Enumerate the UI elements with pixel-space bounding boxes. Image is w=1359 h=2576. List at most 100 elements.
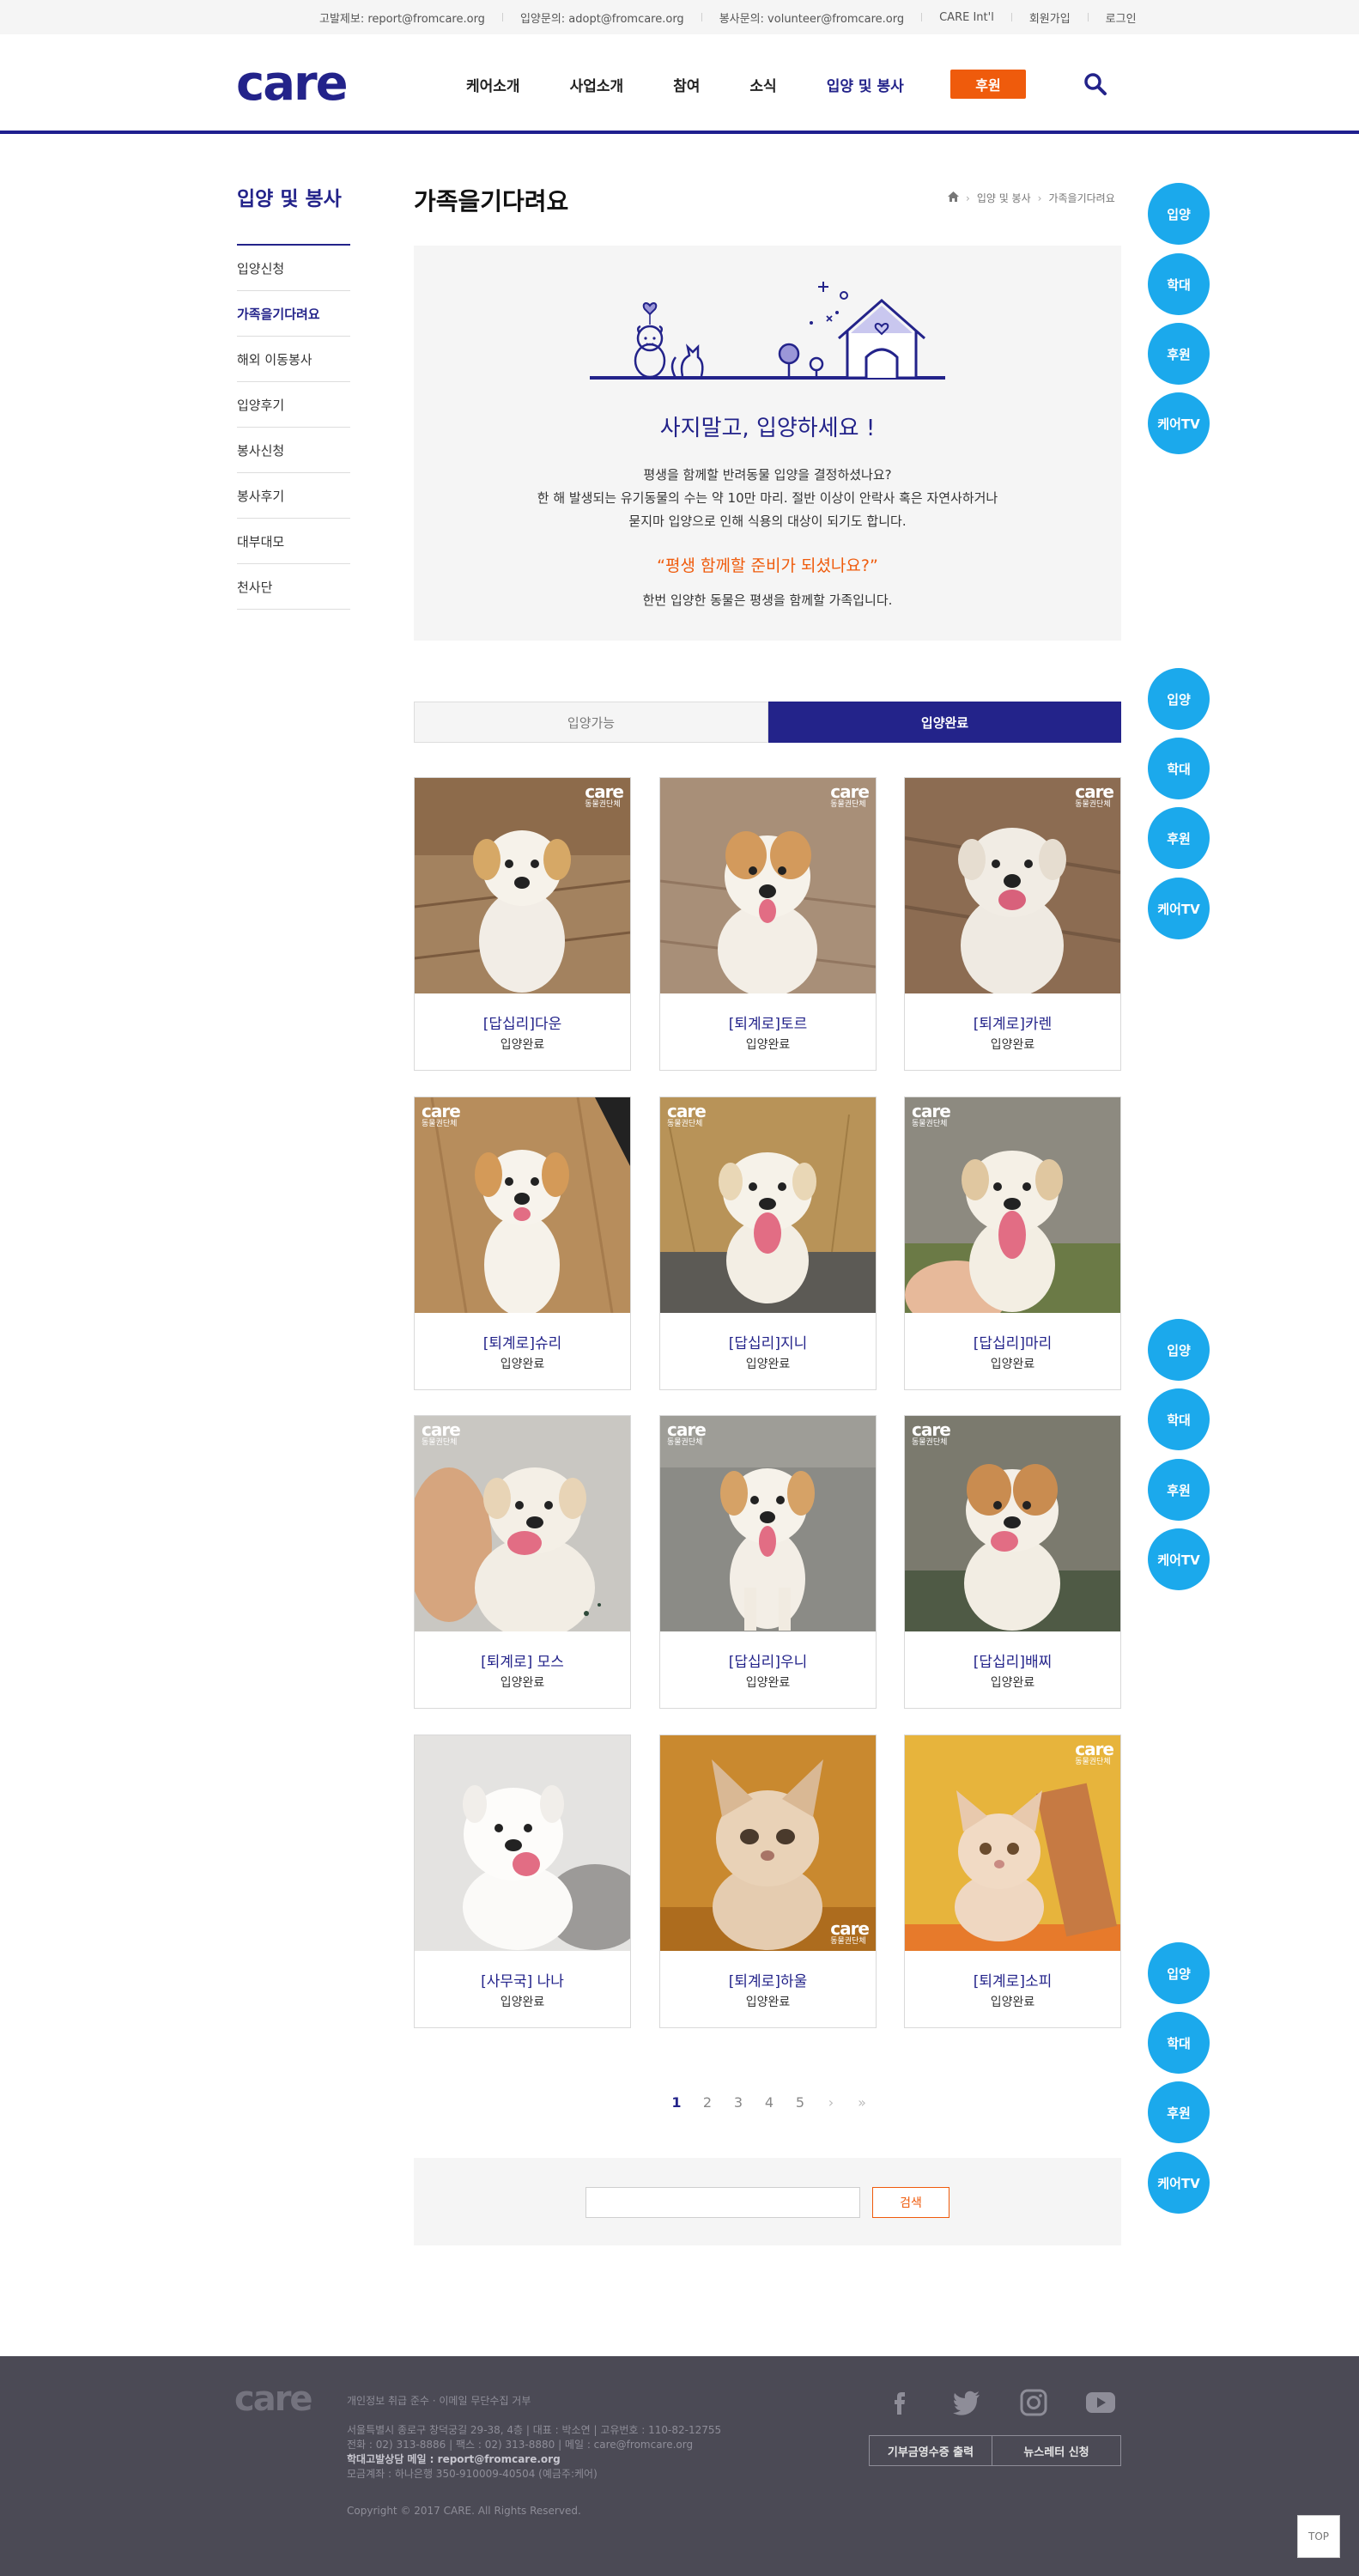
page-link[interactable]: 5 — [785, 2094, 816, 2111]
float-abuse-button[interactable]: 학대 — [1148, 2012, 1210, 2074]
float-caretv-button[interactable]: 케어TV — [1148, 392, 1210, 454]
side-nav-item-active[interactable]: 가족을기다려요 — [237, 291, 350, 337]
tab-available[interactable]: 입양가능 — [414, 702, 768, 743]
page-link-current[interactable]: 1 — [661, 2094, 692, 2111]
pet-card[interactable]: care 동물권단체 [퇴계로] 모스 입양완료 — [414, 1415, 631, 1709]
divider — [501, 13, 503, 21]
footer-account: 모금계좌 : 하나은행 350-910009-40504 (예금주:케어) — [347, 2468, 598, 2480]
side-nav-item[interactable]: 대부대모 — [237, 519, 350, 564]
side-nav-item[interactable]: 천사단 — [237, 564, 350, 610]
instagram-icon[interactable] — [1018, 2389, 1049, 2416]
intro-text: 한번 입양한 동물은 평생을 함께할 가족입니다. — [642, 592, 893, 608]
footer-contact: 전화 : 02) 313-8886 | 팩스 : 02) 313-8880 | … — [347, 2439, 694, 2451]
nav-adopt-volunteer[interactable]: 입양 및 봉사 — [827, 74, 904, 95]
section-title: 입양 및 봉사 — [237, 188, 342, 210]
adoption-intro-box: 사지말고, 입양하세요 ! 평생을 함께할 반려동물 입양을 결정하셨나요? 한… — [414, 246, 1121, 641]
nav-about[interactable]: 케어소개 — [466, 74, 520, 95]
float-caretv-button[interactable]: 케어TV — [1148, 2152, 1210, 2214]
last-page-icon[interactable]: » — [846, 2094, 877, 2111]
pet-photo: care 동물권단체 — [415, 778, 630, 993]
float-adopt-button[interactable]: 입양 — [1148, 183, 1210, 245]
float-abuse-button[interactable]: 학대 — [1148, 738, 1210, 799]
side-nav-item[interactable]: 입양후기 — [237, 382, 350, 428]
site-footer: care 개인정보 취급 준수 · 이메일 무단수집 거부 서울특별시 종로구 … — [0, 2356, 1359, 2576]
float-abuse-button[interactable]: 학대 — [1148, 1388, 1210, 1450]
page-link[interactable]: 3 — [723, 2094, 754, 2111]
twitter-icon[interactable] — [951, 2389, 982, 2416]
nav-news[interactable]: 소식 — [749, 74, 776, 95]
float-donate-button[interactable]: 후원 — [1148, 2081, 1210, 2143]
pet-name: [답십리]다운 — [482, 1016, 562, 1033]
pet-card[interactable]: care 동물권단체 [답십리]마리 입양완료 — [904, 1097, 1121, 1390]
pet-name: [퇴계로]하울 — [728, 1973, 808, 1990]
pet-name: [퇴계로]카렌 — [973, 1016, 1053, 1033]
float-donate-button[interactable]: 후원 — [1148, 1459, 1210, 1521]
float-adopt-button[interactable]: 입양 — [1148, 668, 1210, 730]
newsletter-button[interactable]: 뉴스레터 신청 — [992, 2435, 1121, 2466]
pet-card[interactable]: care 동물권단체 [퇴계로]토르 입양완료 — [659, 777, 877, 1071]
care-watermark: care 동물권단체 — [830, 781, 870, 809]
pets-house-illustration — [590, 282, 945, 380]
pet-card[interactable]: care 동물권단체 [퇴계로]슈리 입양완료 — [414, 1097, 631, 1390]
pet-name: [답십리]우니 — [728, 1654, 808, 1671]
pet-name: [퇴계로]소피 — [973, 1973, 1053, 1990]
page-link[interactable]: 4 — [754, 2094, 785, 2111]
float-caretv-button[interactable]: 케어TV — [1148, 1528, 1210, 1590]
top-utility-bar: 고발제보: report@fromcare.org 입양문의: adopt@fr… — [0, 0, 1359, 34]
site-logo[interactable]: care — [236, 60, 349, 108]
float-donate-button[interactable]: 후원 — [1148, 807, 1210, 869]
float-abuse-button[interactable]: 학대 — [1148, 253, 1210, 315]
float-adopt-button[interactable]: 입양 — [1148, 1319, 1210, 1381]
pet-card[interactable]: care 동물권단체 [퇴계로]소피 입양완료 — [904, 1735, 1121, 2028]
pet-card[interactable]: care 동물권단체 [답십리]배찌 입양완료 — [904, 1415, 1121, 1709]
search-icon[interactable] — [1083, 72, 1107, 96]
page-link[interactable]: 2 — [692, 2094, 723, 2111]
donation-receipt-button[interactable]: 기부금영수증 출력 — [869, 2435, 992, 2466]
float-caretv-button[interactable]: 케어TV — [1148, 878, 1210, 939]
signup-link[interactable]: 회원가입 — [1029, 9, 1071, 26]
top-utility-links: 고발제보: report@fromcare.org 입양문의: adopt@fr… — [319, 0, 1137, 34]
side-nav-item[interactable]: 봉사신청 — [237, 428, 350, 473]
nav-projects[interactable]: 사업소개 — [570, 74, 624, 95]
donate-button[interactable]: 후원 — [950, 70, 1026, 99]
home-icon[interactable] — [948, 191, 959, 204]
next-page-icon[interactable]: › — [816, 2094, 846, 2111]
pet-card[interactable]: care 동물권단체 [답십리]지니 입양완료 — [659, 1097, 877, 1390]
volunteer-email-link[interactable]: 봉사문의: volunteer@fromcare.org — [719, 9, 904, 26]
pet-card[interactable]: care 동물권단체 [답십리]다운 입양완료 — [414, 777, 631, 1071]
pet-card[interactable]: care 동물권단체 [퇴계로]카렌 입양완료 — [904, 777, 1121, 1071]
adoption-status-tabs: 입양가능 입양완료 — [414, 702, 1121, 743]
search-area: 검색 — [414, 2158, 1121, 2245]
login-link[interactable]: 로그인 — [1106, 9, 1137, 26]
pet-photo: care 동물권단체 — [905, 1097, 1120, 1313]
pet-card[interactable]: care 동물권단체 [답십리]우니 입양완료 — [659, 1415, 877, 1709]
pet-name: [답십리]지니 — [728, 1335, 808, 1352]
facebook-icon[interactable] — [884, 2389, 915, 2416]
scroll-top-button[interactable]: TOP — [1297, 2515, 1340, 2558]
float-adopt-button[interactable]: 입양 — [1148, 1942, 1210, 2004]
pet-card[interactable]: care 동물권단체 [퇴계로]하울 입양완료 — [659, 1735, 877, 2028]
pet-photo: care 동물권단체 — [415, 1416, 630, 1631]
adopt-email-link[interactable]: 입양문의: adopt@fromcare.org — [520, 9, 684, 26]
side-nav-item[interactable]: 입양신청 — [237, 246, 350, 291]
breadcrumb-item[interactable]: 입양 및 봉사 — [977, 191, 1031, 205]
adoption-status: 입양완료 — [500, 1358, 545, 1371]
youtube-icon[interactable] — [1085, 2389, 1116, 2416]
pet-card[interactable]: [사무국] 나나 입양완료 — [414, 1735, 631, 2028]
nav-participate[interactable]: 참여 — [673, 74, 700, 95]
tab-completed[interactable]: 입양완료 — [768, 702, 1121, 743]
care-watermark: care 동물권단체 — [422, 1419, 461, 1447]
float-donate-button[interactable]: 후원 — [1148, 323, 1210, 385]
pet-photo: care 동물권단체 — [905, 778, 1120, 993]
report-email-link[interactable]: 고발제보: report@fromcare.org — [319, 9, 485, 26]
side-nav-item[interactable]: 해외 이동봉사 — [237, 337, 350, 382]
pet-photo — [415, 1735, 630, 1951]
search-input[interactable] — [585, 2187, 860, 2218]
intro-text: 묻지마 입양으로 인해 식용의 대상이 되기도 합니다. — [628, 513, 907, 529]
care-intl-link[interactable]: CARE Int'l — [939, 11, 994, 24]
pet-photo: care 동물권단체 — [660, 778, 876, 993]
side-nav: 입양신청 가족을기다려요 해외 이동봉사 입양후기 봉사신청 봉사후기 대부대모… — [237, 246, 350, 610]
search-button[interactable]: 검색 — [872, 2187, 949, 2218]
care-watermark: care 동물권단체 — [585, 781, 624, 809]
side-nav-item[interactable]: 봉사후기 — [237, 473, 350, 519]
